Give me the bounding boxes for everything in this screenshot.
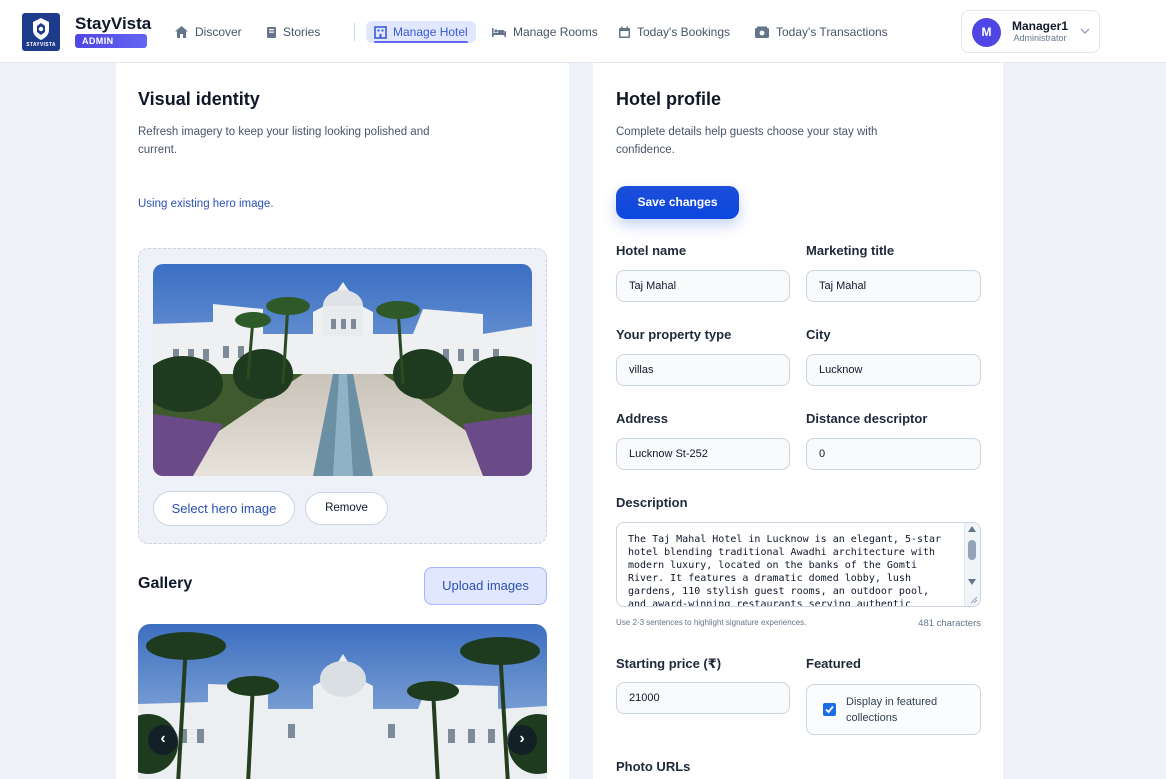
gallery-title: Gallery [138, 575, 193, 592]
nav-divider [354, 23, 355, 41]
home-icon [175, 26, 188, 38]
property-type-input[interactable]: villas [616, 354, 790, 386]
upload-images-button[interactable]: Upload images [424, 567, 547, 605]
scroll-down-arrow-icon[interactable] [968, 579, 976, 585]
nav-label: Manage Hotel [393, 25, 468, 39]
featured-label: Featured [806, 656, 861, 671]
checkmark-icon [825, 705, 834, 714]
description-hint: Use 2-3 sentences to highlight signature… [616, 618, 807, 627]
remove-hero-image-button[interactable]: Remove [305, 492, 388, 525]
nav-stories[interactable]: Stories [266, 21, 320, 43]
nav-todays-bookings[interactable]: Today's Bookings [618, 21, 730, 43]
visual-identity-subtitle: Refresh imagery to keep your listing loo… [138, 126, 430, 156]
hotel-photo [153, 264, 532, 476]
description-scrollbar[interactable] [964, 523, 980, 606]
marketing-title-label: Marketing title [806, 243, 895, 258]
nav-manage-hotel[interactable]: Manage Hotel [366, 21, 476, 43]
gallery-carousel: ‹ › [138, 624, 547, 779]
avatar: M [972, 18, 1001, 47]
description-label: Description [616, 495, 688, 510]
hotel-name-input[interactable]: Taj Mahal [616, 270, 790, 302]
hotel-icon [374, 25, 387, 39]
hotel-profile-subtitle: Complete details help guests choose your… [616, 126, 878, 156]
visual-identity-title: Visual identity [138, 89, 260, 109]
scroll-thumb[interactable] [968, 540, 976, 560]
featured-checkbox-label: Display in featured collections [846, 696, 938, 724]
visual-identity-panel: Visual identity Refresh imagery to keep … [116, 63, 569, 779]
save-changes-button[interactable]: Save changes [616, 186, 739, 219]
carousel-prev-button[interactable]: ‹ [148, 725, 178, 755]
nav-label: Today's Bookings [637, 25, 731, 39]
description-char-count: 481 characters [918, 618, 981, 629]
hero-image-dropzone[interactable]: Select hero image Remove [138, 248, 547, 544]
nav-todays-transactions[interactable]: Today's Transactions [754, 21, 888, 43]
select-hero-image-button[interactable]: Select hero image [153, 491, 295, 526]
starting-price-input[interactable]: 21000 [616, 682, 790, 714]
address-input[interactable]: Lucknow St-252 [616, 438, 790, 470]
user-menu[interactable]: M Manager1 Administrator [961, 10, 1100, 53]
hotel-name-label: Hotel name [616, 243, 687, 258]
gallery-photo [138, 624, 547, 779]
brand-name: StayVista [75, 14, 152, 33]
nav-manage-rooms[interactable]: Manage Rooms [491, 21, 598, 43]
distance-descriptor-input[interactable]: 0 [806, 438, 981, 470]
carousel-next-button[interactable]: › [507, 725, 537, 755]
hero-image-preview [153, 264, 532, 476]
city-input[interactable]: Lucknow [806, 354, 981, 386]
nav-discover[interactable]: Discover [174, 21, 242, 43]
starting-price-label: Starting price (₹) [616, 656, 722, 671]
brand-logo[interactable]: STAYVISTA [22, 13, 60, 51]
scroll-up-arrow-icon[interactable] [968, 526, 976, 532]
address-label: Address [616, 411, 669, 426]
hotel-profile-panel: Hotel profile Complete details help gues… [593, 63, 1003, 779]
bed-icon [492, 28, 506, 37]
hero-image-status: Using existing hero image. [138, 198, 274, 210]
featured-checkbox[interactable] [823, 703, 836, 716]
nav-label: Today's Transactions [776, 25, 888, 39]
resize-grip-icon[interactable] [970, 596, 978, 604]
property-type-label: Your property type [616, 327, 732, 342]
user-role: Administrator [1013, 33, 1067, 43]
logo-wordmark: STAYVISTA [26, 42, 56, 48]
chevron-down-icon [1080, 28, 1090, 34]
nav-label: Discover [195, 25, 242, 39]
photo-urls-label: Photo URLs [616, 759, 691, 774]
nav-label: Stories [283, 25, 321, 39]
calendar-icon [619, 26, 630, 38]
book-icon [267, 26, 276, 38]
featured-toggle[interactable]: Display in featured collections [806, 684, 981, 735]
hotel-profile-title: Hotel profile [616, 89, 722, 109]
description-textarea[interactable]: The Taj Mahal Hotel in Lucknow is an ele… [616, 522, 981, 607]
shield-logo-icon [33, 18, 49, 40]
wallet-icon [755, 26, 769, 38]
distance-descriptor-label: Distance descriptor [806, 411, 928, 426]
marketing-title-input[interactable]: Taj Mahal [806, 270, 981, 302]
description-text: The Taj Mahal Hotel in Lucknow is an ele… [628, 534, 942, 607]
admin-badge: ADMIN [75, 34, 147, 48]
user-name: Manager1 [1011, 19, 1069, 33]
nav-label: Manage Rooms [513, 25, 598, 39]
city-label: City [806, 327, 831, 342]
top-navigation-bar: STAYVISTA StayVista ADMIN Discover Stori… [0, 0, 1166, 63]
